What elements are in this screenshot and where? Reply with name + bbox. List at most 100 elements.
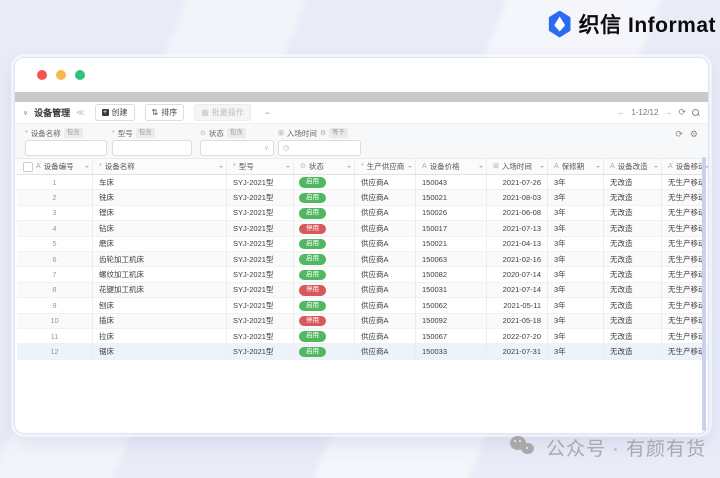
status-badge: 启用	[299, 193, 326, 203]
brand-logo-icon	[548, 11, 572, 38]
column-dropdown-icon[interactable]	[219, 166, 223, 170]
cell-supplier: 供应商A	[355, 251, 416, 266]
cell-name: 钻床	[93, 221, 227, 236]
column-dropdown-icon[interactable]	[286, 166, 290, 170]
status-badge: 停用	[299, 285, 326, 295]
filter-operator-chip[interactable]: 包含	[136, 128, 155, 137]
column-header-3[interactable]: ⊙状态	[294, 159, 355, 175]
table-row[interactable]: 8花键加工机床SYJ-2021型停用供应商A1500312021-07-143年…	[17, 282, 709, 297]
cell-warranty: 3年	[548, 251, 604, 266]
search-icon[interactable]	[692, 109, 700, 117]
column-header-4[interactable]: *生产供应商	[355, 159, 416, 175]
cell-supplier: 供应商A	[355, 221, 416, 236]
cell-model: SYJ-2021型	[227, 205, 294, 220]
cell-modify: 无改造	[604, 205, 662, 220]
entry-time-filter-input[interactable]: ◷	[278, 140, 361, 156]
cell-modify: 无改造	[604, 282, 662, 297]
column-dropdown-icon[interactable]	[479, 166, 483, 170]
collapse-icon[interactable]: ≪	[76, 108, 84, 117]
column-dropdown-icon[interactable]	[85, 166, 89, 170]
cell-supplier: 供应商A	[355, 175, 416, 190]
field-type-icon: *	[233, 163, 236, 170]
filter-operator-chip[interactable]: 等于	[329, 128, 348, 137]
column-header-5[interactable]: A设备价格	[416, 159, 487, 175]
field-type-icon: *	[99, 163, 102, 170]
chevron-down-icon[interactable]: ∨	[23, 109, 28, 117]
close-window-button[interactable]	[37, 70, 47, 80]
table-row[interactable]: 9刨床SYJ-2021型启用供应商A1500622021-05-113年无改造无…	[17, 298, 709, 313]
filter-settings-icon[interactable]: ⚙	[320, 130, 326, 137]
field-type-icon: *	[112, 130, 115, 137]
status-badge: 启用	[299, 301, 326, 311]
field-type-icon: *	[25, 130, 28, 137]
column-dropdown-icon[interactable]	[408, 166, 412, 170]
filter-bar: * 设备名称 包含 * 型号 包含 ⊙ 状态 包含 ∨ ⊞	[15, 124, 708, 159]
table-row[interactable]: 3镗床SYJ-2021型启用供应商A1500262021-06-083年无改造无…	[17, 205, 709, 220]
cell-warranty: 3年	[548, 175, 604, 190]
cell-supplier: 供应商A	[355, 298, 416, 313]
create-button-label: 创建	[112, 107, 128, 118]
cell-warranty: 3年	[548, 190, 604, 205]
column-header-1[interactable]: *设备名称	[93, 159, 227, 175]
cell-name: 拉床	[93, 328, 227, 343]
table-row[interactable]: 2铣床SYJ-2021型启用供应商A1500212021-08-033年无改造无…	[17, 190, 709, 205]
column-header-8[interactable]: A设备改造	[604, 159, 662, 175]
column-header-label: 入场时间	[502, 161, 537, 172]
table-row[interactable]: 5磨床SYJ-2021型启用供应商A1500212021-04-133年无改造无…	[17, 236, 709, 251]
select-all-checkbox[interactable]	[23, 162, 33, 172]
cell-num: 10	[17, 313, 93, 328]
column-header-7[interactable]: A保修期	[548, 159, 604, 175]
filter-operator-chip[interactable]: 包含	[227, 128, 246, 137]
maximize-window-button[interactable]	[75, 70, 85, 80]
next-page-icon[interactable]: →	[664, 108, 672, 117]
cell-num: 12	[17, 344, 93, 359]
field-type-icon: ⊙	[300, 163, 306, 170]
more-button[interactable]: −	[265, 108, 270, 118]
model-filter-input[interactable]	[112, 140, 192, 156]
sort-button[interactable]: ⇅ 排序	[145, 104, 185, 121]
filter-settings-icon[interactable]: ⚙	[690, 130, 698, 139]
create-button[interactable]: + 创建	[95, 104, 135, 121]
column-dropdown-icon[interactable]	[596, 166, 600, 170]
column-header-0[interactable]: A设备编号	[17, 159, 93, 175]
filter-refresh-icon[interactable]: ⟳	[675, 130, 683, 139]
cell-model: SYJ-2021型	[227, 175, 294, 190]
cell-supplier: 供应商A	[355, 313, 416, 328]
table-row[interactable]: 7螺纹加工机床SYJ-2021型启用供应商A1500822020-07-143年…	[17, 267, 709, 282]
table-row[interactable]: 12锯床SYJ-2021型启用供应商A1500332021-07-313年无改造…	[17, 344, 709, 359]
table-row[interactable]: 6齿轮加工机床SYJ-2021型启用供应商A1500632021-02-163年…	[17, 251, 709, 266]
table-row[interactable]: 4钻床SYJ-2021型停用供应商A1500172021-07-133年无改造无…	[17, 221, 709, 236]
status-badge: 停用	[299, 316, 326, 326]
device-name-filter-input[interactable]	[25, 140, 107, 156]
batch-operations-button[interactable]: ▦ 批量操作	[194, 104, 251, 121]
cell-num: 1	[17, 175, 93, 190]
column-header-2[interactable]: *型号	[227, 159, 294, 175]
filter-status: ⊙ 状态 包含 ∨	[200, 128, 274, 156]
refresh-icon[interactable]: ⟳	[678, 108, 686, 117]
minimize-window-button[interactable]	[56, 70, 66, 80]
status-badge: 停用	[299, 224, 326, 234]
view-title[interactable]: 设备管理	[34, 106, 70, 119]
column-header-6[interactable]: ⊞入场时间	[487, 159, 548, 175]
column-dropdown-icon[interactable]	[540, 166, 544, 170]
column-header-label: 设备改造	[618, 161, 651, 172]
cell-entry: 2021-05-18	[487, 313, 548, 328]
status-filter-select[interactable]: ∨	[200, 140, 274, 156]
filter-label: 型号	[118, 128, 133, 139]
table-row[interactable]: 1车床SYJ-2021型启用供应商A1500432021-07-263年无改造无…	[17, 175, 709, 190]
cell-modify: 无改造	[604, 267, 662, 282]
cell-num: 7	[17, 267, 93, 282]
prev-page-icon[interactable]: ←	[617, 108, 625, 117]
pagination-range: 1-12/12	[631, 108, 658, 117]
cell-num: 4	[17, 221, 93, 236]
cell-model: SYJ-2021型	[227, 328, 294, 343]
column-dropdown-icon[interactable]	[347, 166, 351, 170]
column-dropdown-icon[interactable]	[654, 166, 658, 170]
table-row[interactable]: 10插床SYJ-2021型停用供应商A1500922021-05-183年无改造…	[17, 313, 709, 328]
cell-num: 8	[17, 282, 93, 297]
filter-operator-chip[interactable]: 包含	[64, 128, 83, 137]
vertical-scrollbar[interactable]	[702, 157, 706, 431]
cell-num: 11	[17, 328, 93, 343]
cell-warranty: 3年	[548, 344, 604, 359]
table-row[interactable]: 11拉床SYJ-2021型启用供应商A1500672022-07-203年无改造…	[17, 328, 709, 343]
